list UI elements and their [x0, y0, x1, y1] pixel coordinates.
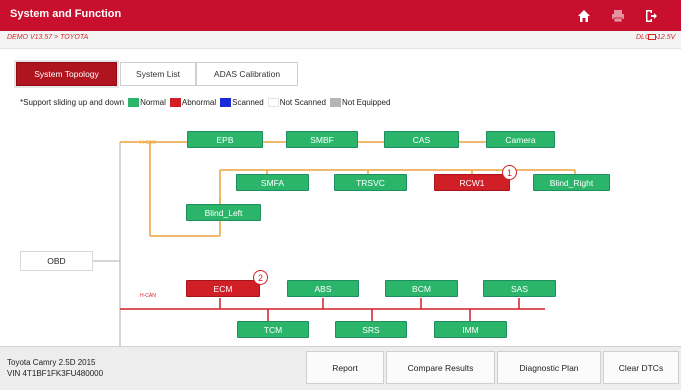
vehicle-info: Toyota Camry 2.5D 2015 VIN 4T1BF1FK3FU48…	[7, 357, 103, 379]
module-abs[interactable]: ABS	[287, 280, 359, 297]
exit-icon	[646, 9, 657, 22]
legend-swatch-scanned	[220, 98, 232, 107]
module-blind-right[interactable]: Blind_Right	[533, 174, 610, 191]
badge-ecm: 2	[253, 270, 268, 285]
print-icon	[612, 9, 624, 22]
module-ecm[interactable]: ECM	[186, 280, 260, 297]
module-epb[interactable]: EPB	[187, 131, 263, 148]
sub-header	[0, 31, 681, 49]
home-icon	[578, 9, 590, 22]
vehicle-vin: VIN 4T1BF1FK3FU480000	[7, 369, 104, 378]
voltage-value: 12.5V	[657, 34, 676, 41]
module-imm[interactable]: IMM	[434, 321, 507, 338]
demo-breadcrumb: DEMO V13.57 > TOYOTA	[7, 34, 89, 41]
module-cas[interactable]: CAS	[384, 131, 459, 148]
module-bcm[interactable]: BCM	[385, 280, 458, 297]
legend-label-abnormal: Abnormal	[181, 98, 217, 107]
module-camera[interactable]: Camera	[486, 131, 555, 148]
legend-label-not-equipped: Not Equipped	[341, 98, 391, 107]
clear-dtcs-button[interactable]: Clear DTCs	[603, 351, 679, 384]
module-rcw1[interactable]: RCW1	[434, 174, 510, 191]
legend-label-not-scanned: Not Scanned	[279, 98, 326, 107]
module-trsvc[interactable]: TRSVC	[334, 174, 407, 191]
bus-label-lower: H-CAN	[140, 293, 156, 299]
badge-rcw1: 1	[502, 165, 517, 180]
legend-label-normal: Normal	[140, 98, 166, 107]
legend-swatch-normal	[128, 98, 140, 107]
tab-system-topology[interactable]: System Topology	[14, 60, 119, 88]
legend-note: *Support sliding up and down	[20, 98, 125, 107]
obd-node[interactable]: OBD	[20, 251, 93, 271]
module-tcm[interactable]: TCM	[237, 321, 309, 338]
page-title: System and Function	[10, 8, 122, 20]
module-srs[interactable]: SRS	[335, 321, 407, 338]
tab-system-list[interactable]: System List	[120, 62, 196, 86]
legend: *Support sliding up and down Normal Abno…	[20, 98, 390, 107]
module-sas[interactable]: SAS	[483, 280, 556, 297]
module-smfa[interactable]: SMFA	[236, 174, 309, 191]
bus-label-upper: H-CAN	[140, 140, 156, 146]
tab-adas-calibration[interactable]: ADAS Calibration	[196, 62, 298, 86]
module-smbf[interactable]: SMBF	[286, 131, 358, 148]
exit-button[interactable]	[628, 0, 674, 31]
vehicle-model: Toyota Camry 2.5D 2015	[7, 358, 96, 367]
module-blind-left[interactable]: Blind_Left	[186, 204, 261, 221]
legend-swatch-abnormal	[169, 98, 181, 107]
diagnostic-plan-button[interactable]: Diagnostic Plan	[497, 351, 601, 384]
legend-swatch-not-equipped	[329, 98, 341, 107]
report-button[interactable]: Report	[306, 351, 384, 384]
legend-label-scanned: Scanned	[232, 98, 264, 107]
legend-swatch-not-scanned	[267, 98, 279, 107]
topology-canvas[interactable]: H-CAN H-CAN OBD EPB SMBF CAS Camera SMFA…	[0, 118, 681, 346]
compare-results-button[interactable]: Compare Results	[386, 351, 495, 384]
battery-voltage: 12.5V	[648, 34, 675, 41]
battery-icon	[648, 34, 657, 41]
bus-lines	[93, 139, 576, 346]
